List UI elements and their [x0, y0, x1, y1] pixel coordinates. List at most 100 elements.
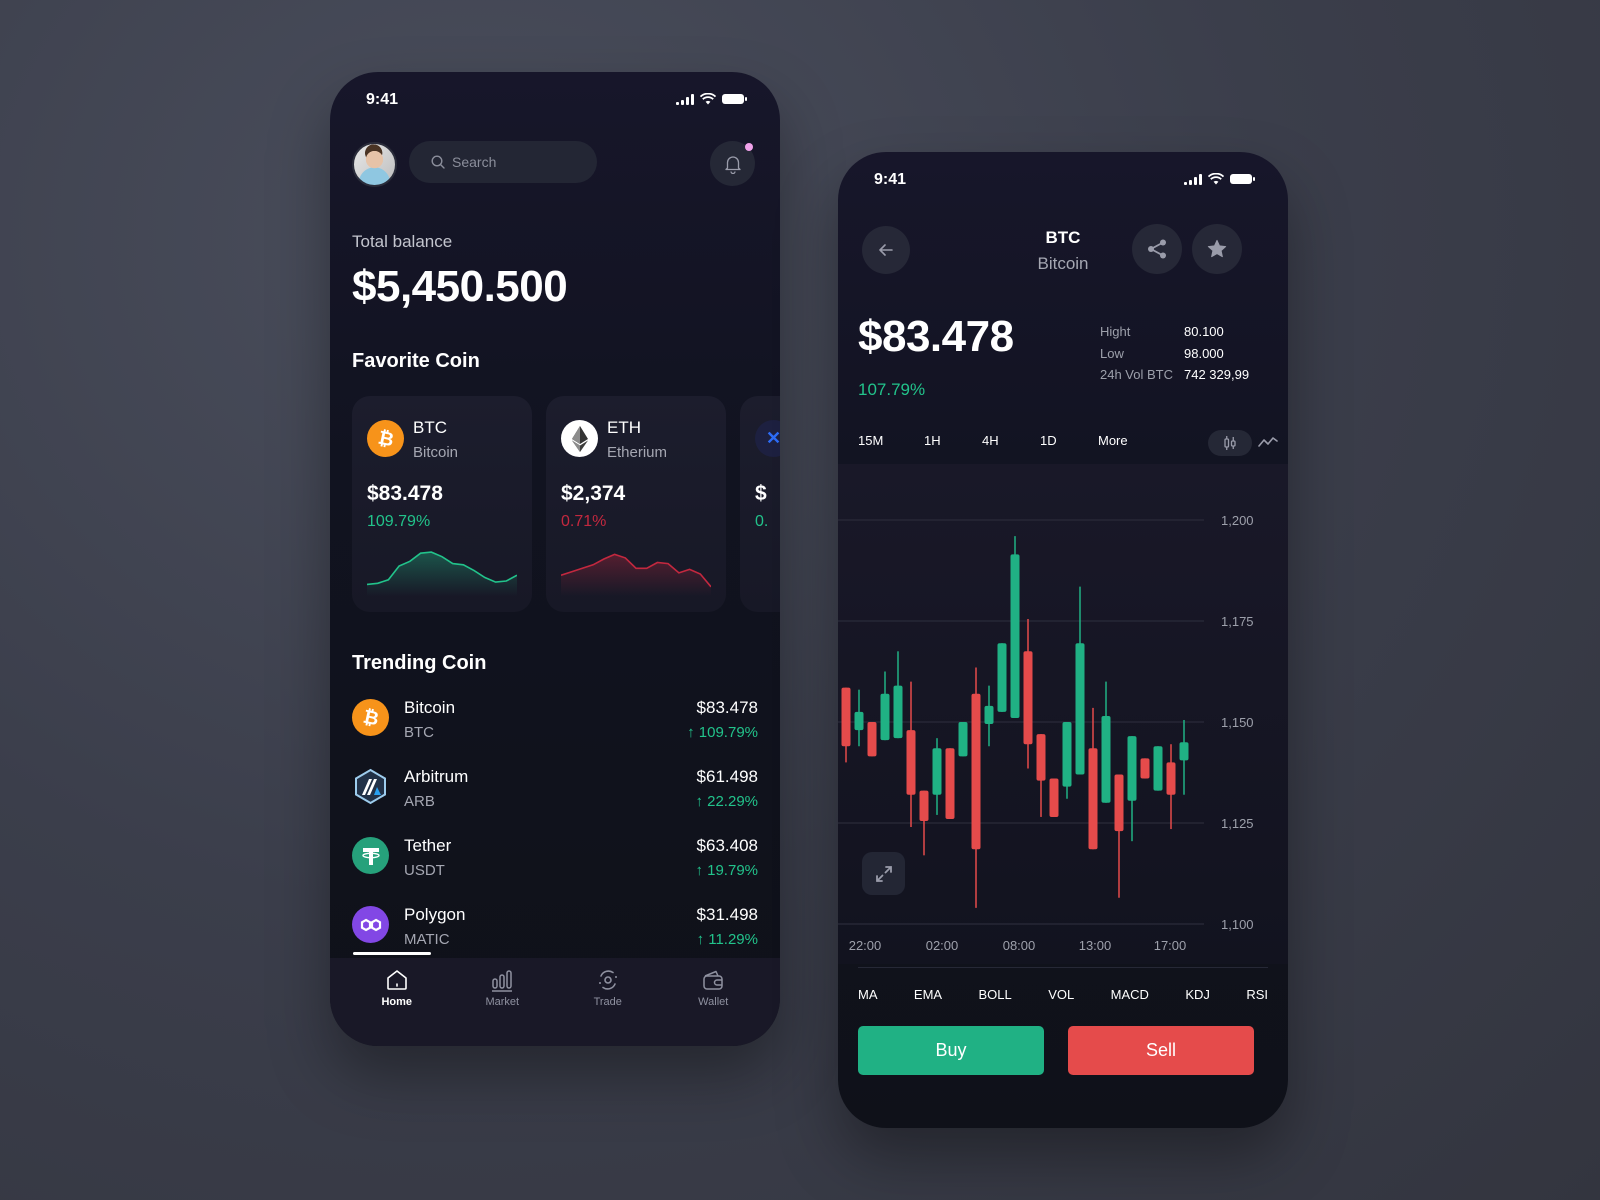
candle-body	[1049, 778, 1059, 817]
notifications-button[interactable]	[710, 141, 755, 186]
tab-wallet[interactable]: Wallet	[673, 968, 753, 1008]
svg-text:₿: ₿	[361, 707, 381, 729]
x-axis-labels: 22:00 02:00 08:00 13:00 17:00	[838, 938, 1288, 958]
stat-row: Low 98.000	[1100, 346, 1249, 368]
stat-label: 24h Vol BTC	[1100, 367, 1173, 382]
search-bar[interactable]	[409, 141, 597, 183]
tab-trade[interactable]: Trade	[568, 968, 648, 1008]
tab-market[interactable]: Market	[462, 968, 542, 1008]
candle-body	[1127, 736, 1137, 801]
candle-up	[1075, 586, 1085, 775]
candle-body	[854, 711, 864, 731]
status-time: 9:41	[874, 171, 907, 188]
coin-change: ↑ 109.79%	[687, 724, 758, 741]
line-mode-toggle[interactable]	[1258, 434, 1278, 455]
line-chart-icon	[1258, 437, 1278, 447]
y-tick-label: 1,200	[1221, 513, 1254, 528]
candle-up	[1153, 746, 1163, 791]
candlestick-icon	[1224, 436, 1236, 450]
timeframe-more[interactable]: More	[1098, 433, 1156, 448]
list-item[interactable]: Tether USDT $63.408 ↑ 19.79%	[352, 834, 758, 903]
candle-body	[867, 722, 877, 757]
candle-body	[1010, 554, 1020, 718]
balance-label: Total balance	[352, 232, 453, 251]
balance-value: $5,450.500	[352, 262, 568, 311]
coin-price: $2,374	[561, 482, 626, 505]
list-item[interactable]: ₿ Bitcoin BTC $83.478 ↑ 109.79%	[352, 696, 758, 765]
favorite-coin-title: Favorite Coin	[352, 350, 480, 372]
candlestick-mode-toggle[interactable]	[1208, 430, 1252, 456]
timeframe-1d[interactable]: 1D	[1040, 433, 1098, 448]
coin-change: 109.79%	[367, 513, 431, 530]
status-time: 9:41	[366, 91, 399, 108]
coin-change: ↑ 19.79%	[695, 862, 758, 879]
tab-label: Wallet	[698, 996, 729, 1008]
stat-value: 80.100	[1184, 324, 1224, 339]
sparkline-area	[367, 552, 517, 596]
buy-button[interactable]: Buy	[858, 1026, 1044, 1075]
candle-up	[880, 671, 890, 741]
x-tick-label: 13:00	[1078, 938, 1112, 953]
candle-body	[1075, 643, 1085, 775]
candle-body	[997, 643, 1007, 712]
indicator-macd[interactable]: MACD	[1111, 987, 1149, 1002]
timeframe-4h[interactable]: 4H	[982, 433, 1040, 448]
status-bar: 9:41	[838, 152, 1288, 208]
indicator-selector: MA EMA BOLL VOL MACD KDJ RSI	[858, 987, 1268, 1002]
indicator-vol[interactable]: VOL	[1048, 987, 1074, 1002]
candle-up	[854, 689, 864, 747]
candle-body	[893, 685, 903, 739]
x-tick-label: 02:00	[925, 938, 959, 953]
status-bar: 9:41	[330, 72, 780, 128]
divider	[858, 967, 1268, 968]
candle-down	[1036, 734, 1046, 817]
battery-icon	[1230, 174, 1255, 184]
candle-body	[1101, 715, 1111, 803]
tab-home[interactable]: Home	[357, 968, 437, 1008]
star-icon	[1207, 239, 1227, 258]
sparkline-area	[561, 554, 711, 596]
candle-up	[893, 651, 903, 739]
candle-down	[1140, 758, 1150, 779]
favorite-card-btc[interactable]: ₿ BTC Bitcoin $83.478 109.79%	[352, 396, 532, 612]
timeframe-1h[interactable]: 1H	[924, 433, 982, 448]
indicator-ma[interactable]: MA	[858, 987, 878, 1002]
indicator-boll[interactable]: BOLL	[979, 987, 1012, 1002]
candle-up	[1101, 681, 1111, 803]
favorite-button[interactable]	[1192, 224, 1242, 274]
price-stats: Hight 80.100 Low 98.000 24h Vol BTC 742 329…	[1100, 324, 1249, 389]
y-tick-label: 1,125	[1221, 816, 1254, 831]
coin-price: $83.478	[696, 698, 758, 717]
candle-up	[1062, 722, 1072, 799]
expand-chart-button[interactable]	[862, 852, 905, 895]
sell-button[interactable]: Sell	[1068, 1026, 1254, 1075]
avatar[interactable]	[352, 142, 397, 187]
candle-up	[1127, 736, 1137, 842]
trade-icon	[598, 970, 617, 990]
y-tick-label: 1,150	[1221, 715, 1254, 730]
wallet-icon	[703, 970, 723, 990]
favorite-card-eth[interactable]: ETH Etherium $2,374 0.71%	[546, 396, 726, 612]
candle-body	[880, 693, 890, 741]
price-chart-area: 1,200 1,175 1,150 1,125 1,100	[838, 464, 1288, 964]
timeframe-15m[interactable]: 15M	[858, 433, 924, 448]
candle-body	[958, 722, 968, 757]
indicator-ema[interactable]: EMA	[914, 987, 942, 1002]
list-item[interactable]: Arbitrum ARB $61.498 ↑ 22.29%	[352, 765, 758, 834]
home-icon	[386, 970, 407, 990]
coin-symbol: BTC	[413, 418, 447, 437]
coin-symbol: ETH	[607, 418, 641, 437]
indicator-rsi[interactable]: RSI	[1246, 987, 1268, 1002]
share-icon	[1148, 239, 1166, 259]
coin-name: Polygon	[404, 905, 466, 924]
candlestick-chart[interactable]: 1,200 1,175 1,150 1,125 1,100	[838, 464, 1288, 964]
candle-body	[1114, 774, 1124, 832]
candle-body	[1166, 762, 1176, 795]
trending-coin-list: ₿ Bitcoin BTC $83.478 ↑ 109.79% Arbitrum…	[352, 696, 758, 972]
share-button[interactable]	[1132, 224, 1182, 274]
indicator-kdj[interactable]: KDJ	[1185, 987, 1210, 1002]
candle-up	[984, 685, 994, 747]
search-input[interactable]	[452, 154, 572, 170]
favorite-card-partial[interactable]: ✕ $ 0.	[740, 396, 780, 612]
candle-body	[1088, 748, 1098, 850]
